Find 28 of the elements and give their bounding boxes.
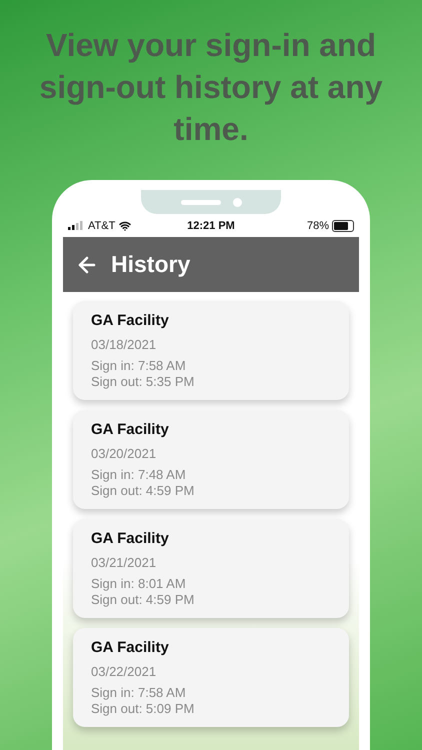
history-card[interactable]: GA Facility 03/20/2021 Sign in: 7:48 AM Sign out: 4:59 PM bbox=[73, 410, 349, 509]
sign-out-time: Sign out: 5:35 PM bbox=[91, 374, 196, 390]
visit-date: 03/20/2021 bbox=[91, 446, 158, 462]
visit-date: 03/22/2021 bbox=[91, 664, 158, 680]
carrier: AT&T bbox=[88, 220, 116, 232]
facility-name: GA Facility bbox=[91, 421, 170, 438]
page-title: History bbox=[111, 251, 190, 278]
history-card[interactable]: GA Facility 03/22/2021 Sign in: 7:58 AM Sign out: 5:09 PM bbox=[73, 628, 349, 727]
facility-name: GA Facility bbox=[91, 639, 170, 656]
facility-name: GA Facility bbox=[91, 312, 170, 329]
visit-date: 03/18/2021 bbox=[91, 337, 158, 353]
sign-in-time: Sign in: 8:01 AM bbox=[91, 576, 187, 592]
status-time: 12:21 PM bbox=[187, 220, 235, 232]
visit-date: 03/21/2021 bbox=[91, 555, 158, 571]
history-card[interactable]: GA Facility 03/21/2021 Sign in: 8:01 AM Sign out: 4:59 PM bbox=[73, 519, 349, 618]
sign-in-time: Sign in: 7:58 AM bbox=[91, 358, 187, 374]
sign-out-time: Sign out: 4:59 PM bbox=[91, 483, 196, 499]
sign-in-time: Sign in: 7:48 AM bbox=[91, 467, 187, 483]
wifi-icon bbox=[119, 220, 132, 232]
battery-icon bbox=[332, 220, 354, 232]
signal-icon bbox=[68, 221, 84, 230]
sign-in-time: Sign in: 7:58 AM bbox=[91, 685, 187, 701]
history-card[interactable]: GA Facility 03/18/2021 Sign in: 7:58 AM Sign out: 5:35 PM bbox=[73, 301, 349, 400]
headline: View your sign-in and sign-out history at any time. bbox=[38, 26, 384, 149]
facility-name: GA Facility bbox=[91, 530, 170, 547]
sign-out-time: Sign out: 4:59 PM bbox=[91, 592, 196, 608]
battery-percent: 78% bbox=[306, 220, 329, 232]
sign-out-time: Sign out: 5:09 PM bbox=[91, 701, 196, 717]
